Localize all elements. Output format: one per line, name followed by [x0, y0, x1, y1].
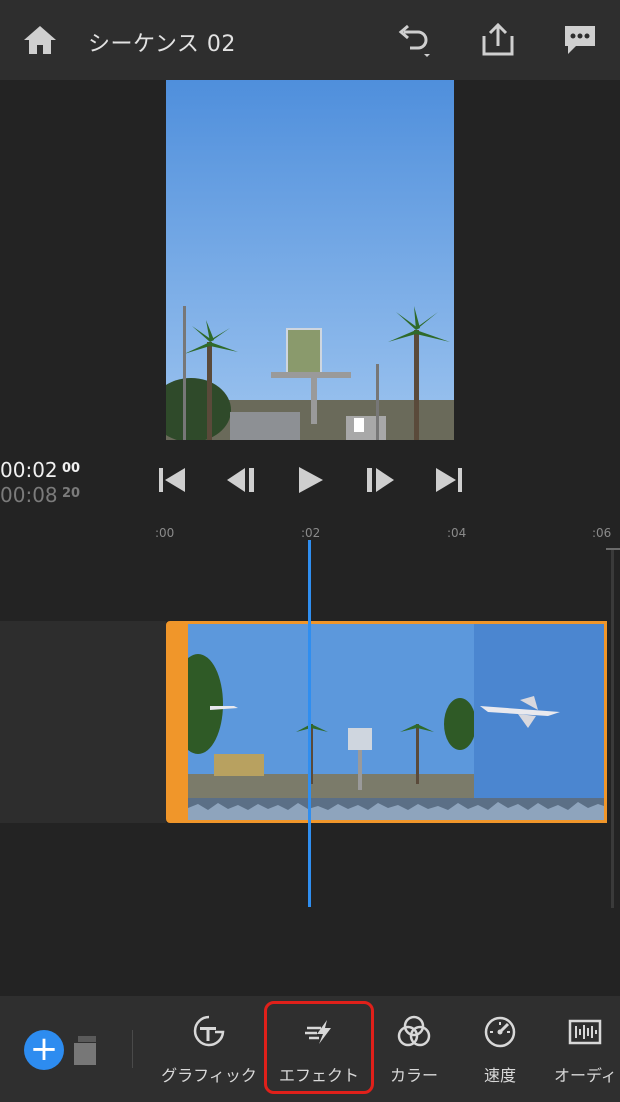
skip-to-end-icon[interactable] — [431, 462, 467, 498]
current-timecode-frames: 00 — [62, 461, 81, 476]
tool-audio[interactable]: オーディ — [550, 1010, 620, 1094]
tool-label: オーディ — [554, 1066, 617, 1085]
graphics-icon — [193, 1015, 225, 1047]
media-stack-icon — [74, 1036, 96, 1065]
video-clip[interactable] — [166, 621, 607, 823]
tool-graphics[interactable]: グラフィック — [160, 1010, 258, 1094]
home-icon[interactable] — [22, 24, 58, 56]
track-lane — [0, 621, 166, 823]
ruler-label: :00 — [155, 526, 175, 540]
timeline-scrollbar[interactable] — [611, 548, 614, 908]
share-icon[interactable] — [480, 22, 516, 58]
color-icon — [397, 1015, 431, 1047]
tool-color[interactable]: カラー — [382, 1010, 446, 1094]
total-duration-frames: 20 — [62, 486, 81, 501]
total-duration: 00:08 — [0, 483, 58, 507]
ruler-label: :04 — [447, 526, 467, 540]
speed-icon — [484, 1016, 516, 1048]
video-preview[interactable] — [166, 80, 454, 440]
selected-tool-highlight — [264, 1001, 374, 1094]
ruler-label: :06 — [592, 526, 612, 540]
sequence-title[interactable]: シーケンス 02 — [88, 26, 236, 58]
tool-speed[interactable]: 速度 — [468, 1010, 532, 1094]
timeline-scrollbar-thumb[interactable] — [606, 548, 620, 550]
undo-icon[interactable] — [396, 22, 432, 58]
tool-label: グラフィック — [161, 1066, 257, 1085]
feedback-icon[interactable] — [562, 22, 598, 58]
playhead[interactable] — [308, 540, 311, 907]
step-forward-icon[interactable] — [362, 462, 398, 498]
toolbar-divider — [132, 1030, 133, 1068]
skip-to-start-icon[interactable] — [154, 462, 190, 498]
ruler-label: :02 — [301, 526, 321, 540]
play-icon[interactable] — [292, 462, 328, 498]
step-back-icon[interactable] — [223, 462, 259, 498]
top-bar: シーケンス 02 — [0, 0, 620, 80]
audio-icon — [568, 1019, 602, 1045]
add-media-button[interactable]: + — [24, 1030, 64, 1070]
current-timecode: 00:02 — [0, 458, 58, 482]
tool-label: 速度 — [483, 1066, 516, 1085]
app-root: シーケンス 02 00:02 00 00:08 20:00:04:06:… — [0, 0, 620, 1102]
tool-label: カラー — [389, 1066, 438, 1085]
